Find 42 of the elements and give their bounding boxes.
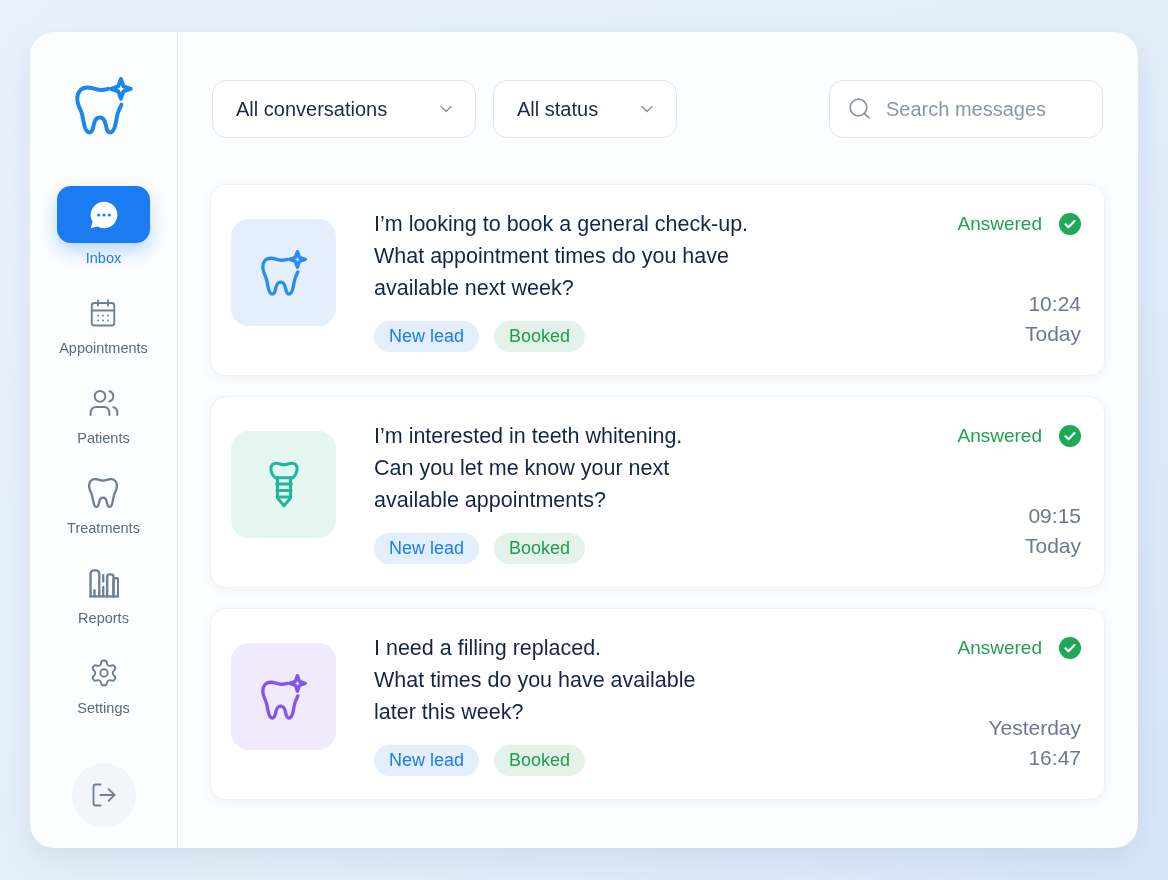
tooth-sparkle-icon [231,219,336,326]
message-text: I need a filling replaced. What times do you have available later this week? [374,635,697,726]
status-text: Answered [957,635,1042,660]
filter-dropdown[interactable]: All conversations [212,80,476,138]
tooth-sparkle-icon [231,643,336,750]
timestamp-text: 09:15 [1028,503,1081,529]
nav-item[interactable]: Appointments [59,293,148,358]
status-text: Answered [957,423,1042,448]
search-field[interactable]: Search messages [829,80,1103,138]
timestamp-text: Today [1024,321,1081,347]
check-circle-icon [1059,637,1081,659]
chat-bubble-icon [89,200,118,229]
timestamp-text: Yesterday [988,715,1081,741]
search-icon [847,96,872,121]
tag: Booked [494,745,586,776]
conversation-card[interactable]: I need a filling replaced. What times do you have available later this week? New lead Booked Answered Yesterday 16:47 [210,608,1105,800]
tooth-sparkle-logo-icon [74,77,133,135]
status-text: Answered [957,211,1042,236]
conversation-card[interactable]: I’m interested in teeth whitening. Can you let me know your next available appointments? New lead Booked Answered 09:15 Today [210,396,1105,588]
check-circle-icon [1059,213,1081,235]
people-icon [87,387,120,419]
tag: New lead [374,321,480,352]
tag: New lead [374,533,480,564]
timestamp-text: 10:24 [1028,291,1081,317]
nav-item[interactable]: Settings [77,653,130,718]
message-text: I’m looking to book a general check-up. What appointment times do you have available next week? [374,211,750,302]
filter-dropdown[interactable]: All status [493,80,677,138]
conversation-card[interactable]: I’m looking to book a general check-up. What appointment times do you have available next week? New lead Booked Answered 10:24 Today [210,184,1105,376]
timestamp-text: Today [1024,533,1081,559]
tag: Booked [494,321,586,352]
tag: Booked [494,533,586,564]
check-circle-icon [1059,425,1081,447]
bar-chart-icon [88,568,119,598]
nav-item[interactable]: Patients [77,383,130,448]
tag: New lead [374,745,480,776]
tooth-icon [88,478,119,508]
dental-implant-icon [231,431,336,538]
timestamp-text: 16:47 [1028,745,1081,771]
nav-item[interactable]: Inbox [57,186,150,268]
nav-item[interactable]: Reports [78,563,129,628]
message-text: I’m interested in teeth whitening. Can you let me know your next available appointments? [374,423,684,514]
nav-item[interactable]: Treatments [67,473,140,538]
